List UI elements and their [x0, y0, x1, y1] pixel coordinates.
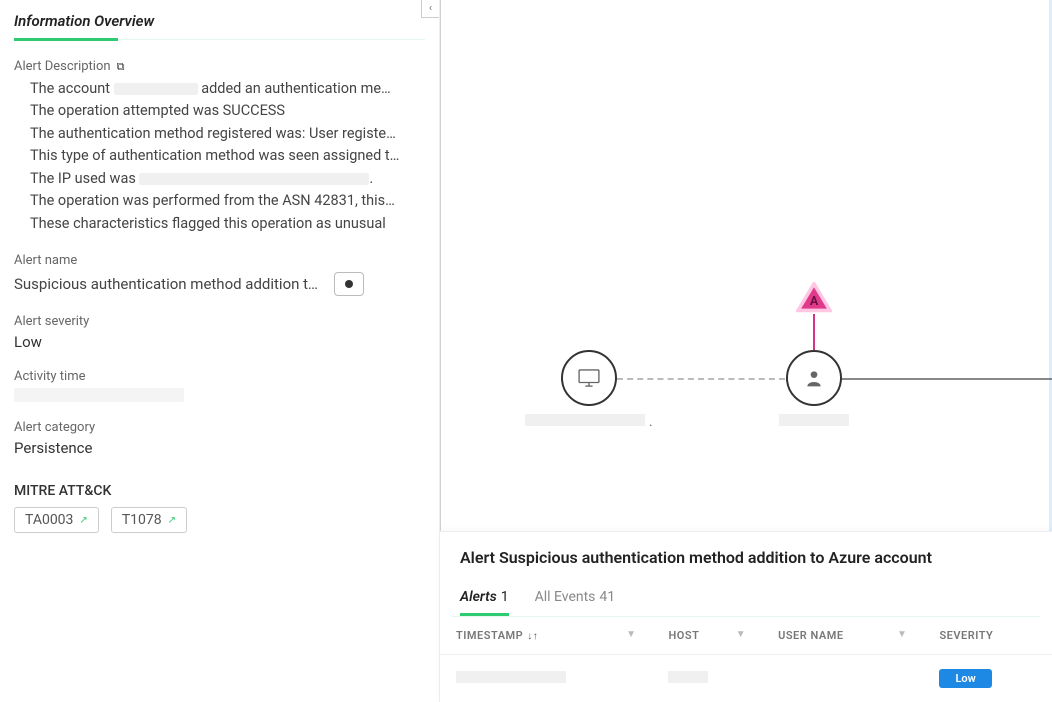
col-user[interactable]: USER NAME▼	[762, 617, 923, 655]
filter-icon[interactable]: ▼	[736, 629, 746, 640]
main-area: A . Alert Suspicious authentication meth…	[440, 0, 1052, 702]
list-item: This type of authentication method was s…	[30, 145, 425, 167]
sort-icon: ↓↑	[527, 631, 538, 642]
alert-marker[interactable]: A	[796, 282, 832, 314]
graph-user-label	[734, 414, 894, 430]
graph-host-label: .	[509, 414, 669, 430]
alert-name-label: Alert name	[14, 253, 425, 268]
alerts-table: TIMESTAMP↓↑▼ HOST▼ USER NAME▼ SEVERITY L…	[440, 617, 1052, 702]
col-timestamp[interactable]: TIMESTAMP↓↑▼	[440, 617, 652, 655]
table-row[interactable]: Low	[440, 655, 1052, 702]
svg-text:A: A	[810, 294, 819, 309]
alert-description-label: Alert Description ⧉	[14, 59, 425, 74]
alert-description-list: The account added an authentication me… …	[14, 78, 425, 235]
eye-icon	[345, 280, 353, 288]
list-item: The operation attempted was SUCCESS	[30, 100, 425, 122]
detail-tabs: Alerts1 All Events41	[440, 577, 1052, 616]
external-link-icon: ↗	[168, 515, 176, 526]
list-item: The IP used was .	[30, 168, 425, 190]
tab-all-events[interactable]: All Events41	[535, 589, 616, 616]
graph-edge-dashed	[617, 378, 785, 380]
activity-time-value	[14, 388, 184, 402]
filter-icon[interactable]: ▼	[626, 629, 636, 640]
alert-severity-value: Low	[14, 333, 425, 351]
user-icon	[804, 368, 824, 388]
graph-node-host[interactable]	[561, 350, 617, 406]
detail-panel: Alert Suspicious authentication method a…	[440, 531, 1052, 702]
mitre-badge-t1078[interactable]: T1078↗	[111, 507, 187, 533]
severity-badge: Low	[939, 669, 991, 688]
list-item: These characteristics flagged this opera…	[30, 213, 425, 235]
graph-area[interactable]: A .	[440, 0, 1052, 531]
alert-category-value: Persistence	[14, 439, 425, 457]
external-link-icon: ↗	[79, 515, 87, 526]
graph-node-user[interactable]	[786, 350, 842, 406]
col-host[interactable]: HOST▼	[652, 617, 762, 655]
tab-alerts[interactable]: Alerts1	[460, 589, 509, 616]
col-severity[interactable]: SEVERITY	[923, 617, 1052, 655]
graph-edge-solid	[842, 378, 1052, 380]
expand-description-icon[interactable]: ⧉	[117, 60, 125, 74]
detail-heading: Alert Suspicious authentication method a…	[440, 532, 1052, 577]
mitre-badge-ta0003[interactable]: TA0003↗	[14, 507, 99, 533]
alert-name-value: Suspicious authentication method additio…	[14, 275, 324, 293]
list-item: The authentication method registered was…	[30, 123, 425, 145]
panel-title: Information Overview	[14, 8, 425, 38]
alert-category-label: Alert category	[14, 420, 425, 435]
alert-severity-label: Alert severity	[14, 314, 425, 329]
mitre-label: MITRE ATT&CK	[14, 483, 425, 499]
alert-connector	[813, 314, 815, 350]
view-alert-button[interactable]	[334, 272, 364, 296]
activity-time-label: Activity time	[14, 369, 425, 384]
list-item: The account added an authentication me…	[30, 78, 425, 100]
filter-icon[interactable]: ▼	[897, 629, 907, 640]
info-sidebar: ‹ Information Overview Alert Description…	[0, 0, 440, 702]
collapse-sidebar-button[interactable]: ‹	[421, 0, 439, 18]
monitor-icon	[578, 369, 600, 387]
list-item: The operation was performed from the ASN…	[30, 190, 425, 212]
